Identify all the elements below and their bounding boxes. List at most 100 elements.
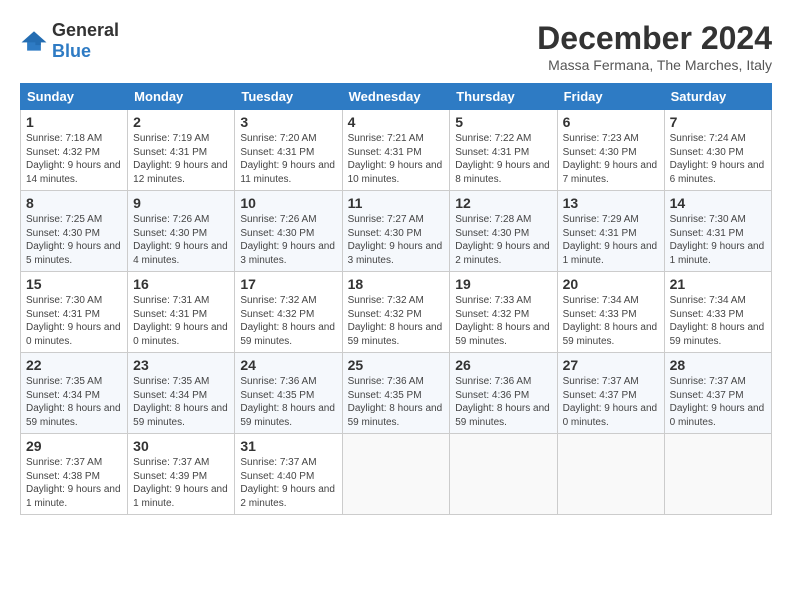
day-info: Sunrise: 7:30 AM Sunset: 4:31 PM Dayligh… (670, 213, 766, 267)
table-row: 22 Sunrise: 7:35 AM Sunset: 4:34 PM Dayl… (21, 353, 128, 434)
day-number: 30 (133, 438, 229, 454)
day-info: Sunrise: 7:36 AM Sunset: 4:36 PM Dayligh… (455, 375, 551, 429)
day-number: 2 (133, 114, 229, 130)
day-number: 6 (563, 114, 659, 130)
table-row: 9 Sunrise: 7:26 AM Sunset: 4:30 PM Dayli… (128, 191, 235, 272)
col-wednesday: Wednesday (342, 84, 450, 110)
table-row: 27 Sunrise: 7:37 AM Sunset: 4:37 PM Dayl… (557, 353, 664, 434)
day-info: Sunrise: 7:30 AM Sunset: 4:31 PM Dayligh… (26, 294, 122, 348)
day-info: Sunrise: 7:21 AM Sunset: 4:31 PM Dayligh… (348, 132, 445, 186)
table-row: 8 Sunrise: 7:25 AM Sunset: 4:30 PM Dayli… (21, 191, 128, 272)
day-number: 23 (133, 357, 229, 373)
day-number: 28 (670, 357, 766, 373)
table-row: 29 Sunrise: 7:37 AM Sunset: 4:38 PM Dayl… (21, 434, 128, 515)
table-row (342, 434, 450, 515)
table-row (557, 434, 664, 515)
day-number: 29 (26, 438, 122, 454)
day-number: 13 (563, 195, 659, 211)
col-thursday: Thursday (450, 84, 557, 110)
day-info: Sunrise: 7:37 AM Sunset: 4:40 PM Dayligh… (240, 456, 336, 510)
table-row: 16 Sunrise: 7:31 AM Sunset: 4:31 PM Dayl… (128, 272, 235, 353)
day-info: Sunrise: 7:19 AM Sunset: 4:31 PM Dayligh… (133, 132, 229, 186)
day-info: Sunrise: 7:36 AM Sunset: 4:35 PM Dayligh… (240, 375, 336, 429)
table-row: 7 Sunrise: 7:24 AM Sunset: 4:30 PM Dayli… (664, 110, 771, 191)
day-info: Sunrise: 7:26 AM Sunset: 4:30 PM Dayligh… (240, 213, 336, 267)
day-number: 25 (348, 357, 445, 373)
table-row: 6 Sunrise: 7:23 AM Sunset: 4:30 PM Dayli… (557, 110, 664, 191)
table-row: 20 Sunrise: 7:34 AM Sunset: 4:33 PM Dayl… (557, 272, 664, 353)
day-info: Sunrise: 7:36 AM Sunset: 4:35 PM Dayligh… (348, 375, 445, 429)
col-sunday: Sunday (21, 84, 128, 110)
day-number: 22 (26, 357, 122, 373)
day-number: 14 (670, 195, 766, 211)
table-row (450, 434, 557, 515)
table-row: 1 Sunrise: 7:18 AM Sunset: 4:32 PM Dayli… (21, 110, 128, 191)
day-info: Sunrise: 7:37 AM Sunset: 4:37 PM Dayligh… (563, 375, 659, 429)
day-number: 12 (455, 195, 551, 211)
day-info: Sunrise: 7:23 AM Sunset: 4:30 PM Dayligh… (563, 132, 659, 186)
day-info: Sunrise: 7:32 AM Sunset: 4:32 PM Dayligh… (348, 294, 445, 348)
day-info: Sunrise: 7:27 AM Sunset: 4:30 PM Dayligh… (348, 213, 445, 267)
day-number: 9 (133, 195, 229, 211)
day-number: 19 (455, 276, 551, 292)
logo-text-general: General (52, 20, 119, 40)
calendar-header-row: Sunday Monday Tuesday Wednesday Thursday… (21, 84, 772, 110)
calendar-table: Sunday Monday Tuesday Wednesday Thursday… (20, 83, 772, 515)
day-number: 27 (563, 357, 659, 373)
header: General Blue December 2024 Massa Fermana… (20, 20, 772, 73)
day-number: 7 (670, 114, 766, 130)
calendar-body: 1 Sunrise: 7:18 AM Sunset: 4:32 PM Dayli… (21, 110, 772, 515)
day-info: Sunrise: 7:26 AM Sunset: 4:30 PM Dayligh… (133, 213, 229, 267)
col-friday: Friday (557, 84, 664, 110)
day-number: 18 (348, 276, 445, 292)
table-row: 12 Sunrise: 7:28 AM Sunset: 4:30 PM Dayl… (450, 191, 557, 272)
day-number: 4 (348, 114, 445, 130)
day-number: 10 (240, 195, 336, 211)
logo-text-blue: Blue (52, 41, 91, 61)
table-row: 25 Sunrise: 7:36 AM Sunset: 4:35 PM Dayl… (342, 353, 450, 434)
subtitle: Massa Fermana, The Marches, Italy (537, 57, 772, 73)
calendar-week-row: 15 Sunrise: 7:30 AM Sunset: 4:31 PM Dayl… (21, 272, 772, 353)
day-info: Sunrise: 7:31 AM Sunset: 4:31 PM Dayligh… (133, 294, 229, 348)
day-info: Sunrise: 7:25 AM Sunset: 4:30 PM Dayligh… (26, 213, 122, 267)
calendar-week-row: 22 Sunrise: 7:35 AM Sunset: 4:34 PM Dayl… (21, 353, 772, 434)
day-info: Sunrise: 7:34 AM Sunset: 4:33 PM Dayligh… (670, 294, 766, 348)
logo-icon (20, 30, 48, 52)
table-row: 18 Sunrise: 7:32 AM Sunset: 4:32 PM Dayl… (342, 272, 450, 353)
day-number: 8 (26, 195, 122, 211)
day-info: Sunrise: 7:37 AM Sunset: 4:38 PM Dayligh… (26, 456, 122, 510)
calendar-week-row: 29 Sunrise: 7:37 AM Sunset: 4:38 PM Dayl… (21, 434, 772, 515)
day-info: Sunrise: 7:34 AM Sunset: 4:33 PM Dayligh… (563, 294, 659, 348)
day-info: Sunrise: 7:35 AM Sunset: 4:34 PM Dayligh… (133, 375, 229, 429)
day-info: Sunrise: 7:28 AM Sunset: 4:30 PM Dayligh… (455, 213, 551, 267)
day-number: 11 (348, 195, 445, 211)
day-info: Sunrise: 7:20 AM Sunset: 4:31 PM Dayligh… (240, 132, 336, 186)
table-row: 10 Sunrise: 7:26 AM Sunset: 4:30 PM Dayl… (235, 191, 342, 272)
table-row: 28 Sunrise: 7:37 AM Sunset: 4:37 PM Dayl… (664, 353, 771, 434)
day-number: 1 (26, 114, 122, 130)
table-row: 23 Sunrise: 7:35 AM Sunset: 4:34 PM Dayl… (128, 353, 235, 434)
table-row: 13 Sunrise: 7:29 AM Sunset: 4:31 PM Dayl… (557, 191, 664, 272)
calendar-week-row: 8 Sunrise: 7:25 AM Sunset: 4:30 PM Dayli… (21, 191, 772, 272)
day-info: Sunrise: 7:33 AM Sunset: 4:32 PM Dayligh… (455, 294, 551, 348)
day-number: 15 (26, 276, 122, 292)
table-row: 19 Sunrise: 7:33 AM Sunset: 4:32 PM Dayl… (450, 272, 557, 353)
calendar-week-row: 1 Sunrise: 7:18 AM Sunset: 4:32 PM Dayli… (21, 110, 772, 191)
table-row: 21 Sunrise: 7:34 AM Sunset: 4:33 PM Dayl… (664, 272, 771, 353)
day-info: Sunrise: 7:32 AM Sunset: 4:32 PM Dayligh… (240, 294, 336, 348)
table-row: 2 Sunrise: 7:19 AM Sunset: 4:31 PM Dayli… (128, 110, 235, 191)
table-row: 30 Sunrise: 7:37 AM Sunset: 4:39 PM Dayl… (128, 434, 235, 515)
day-info: Sunrise: 7:18 AM Sunset: 4:32 PM Dayligh… (26, 132, 122, 186)
day-number: 31 (240, 438, 336, 454)
day-number: 26 (455, 357, 551, 373)
col-monday: Monday (128, 84, 235, 110)
table-row: 24 Sunrise: 7:36 AM Sunset: 4:35 PM Dayl… (235, 353, 342, 434)
table-row: 5 Sunrise: 7:22 AM Sunset: 4:31 PM Dayli… (450, 110, 557, 191)
day-info: Sunrise: 7:22 AM Sunset: 4:31 PM Dayligh… (455, 132, 551, 186)
table-row: 14 Sunrise: 7:30 AM Sunset: 4:31 PM Dayl… (664, 191, 771, 272)
table-row: 11 Sunrise: 7:27 AM Sunset: 4:30 PM Dayl… (342, 191, 450, 272)
main-title: December 2024 (537, 20, 772, 57)
day-info: Sunrise: 7:29 AM Sunset: 4:31 PM Dayligh… (563, 213, 659, 267)
table-row: 4 Sunrise: 7:21 AM Sunset: 4:31 PM Dayli… (342, 110, 450, 191)
day-number: 21 (670, 276, 766, 292)
